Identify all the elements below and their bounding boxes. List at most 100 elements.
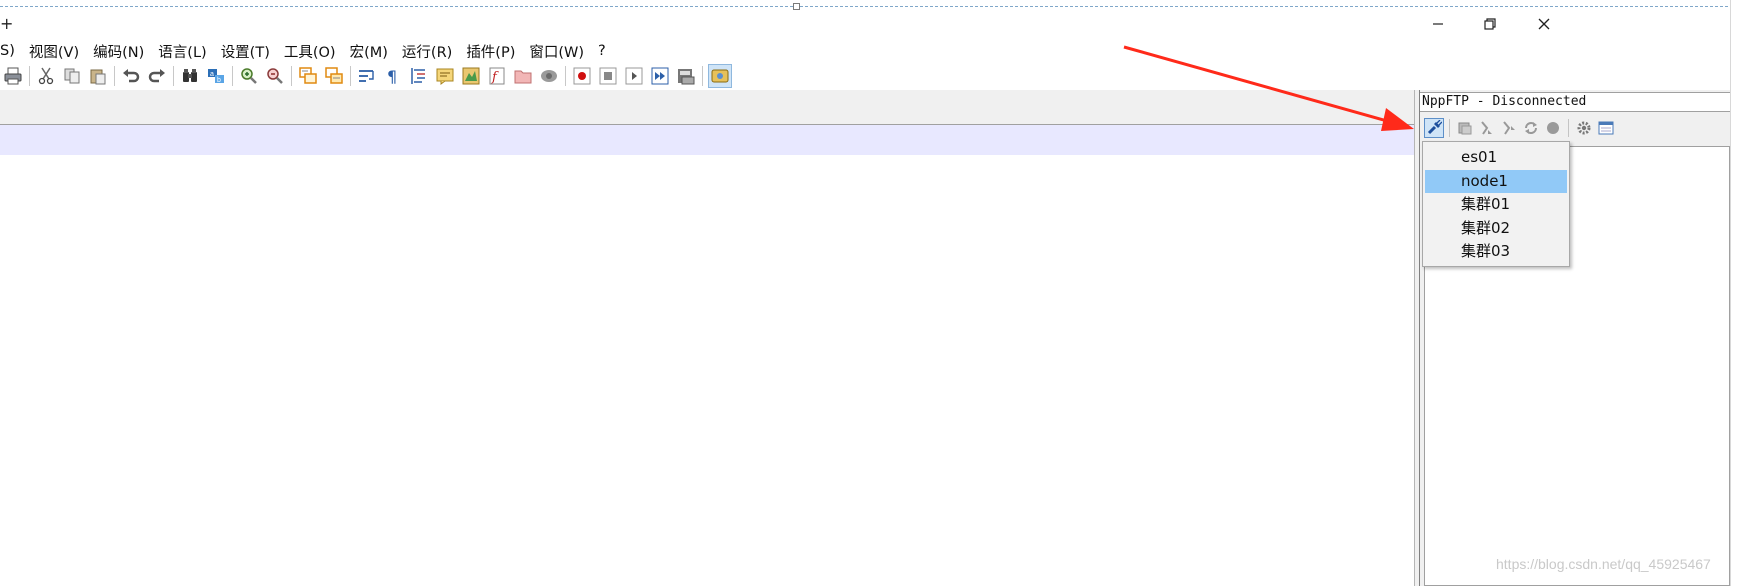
menu-plugins[interactable]: 插件(P) (459, 41, 522, 62)
message-window-button[interactable] (1596, 118, 1616, 138)
profile-item-cluster02[interactable]: 集群02 (1425, 217, 1567, 241)
save-macro-button[interactable] (675, 65, 697, 87)
replace-icon: ab (208, 69, 224, 84)
menu-window[interactable]: 窗口(W) (522, 41, 591, 62)
zoom-in-button[interactable] (238, 65, 260, 87)
refresh-icon (1525, 122, 1537, 134)
window-icon (1598, 121, 1614, 135)
profile-dropdown: es01 node1 集群01 集群02 集群03 (1422, 141, 1570, 267)
svg-text:¶: ¶ (387, 67, 397, 85)
menu-tools[interactable]: 工具(O) (277, 41, 343, 62)
transfer-button[interactable] (1499, 118, 1519, 138)
sync-vertical-button[interactable] (297, 65, 319, 87)
svg-text:b: b (217, 77, 221, 84)
refresh-button[interactable] (1521, 118, 1541, 138)
pilcrow-icon: ¶ (387, 67, 397, 85)
paste-button[interactable] (87, 65, 109, 87)
stop-icon (599, 67, 617, 85)
folder-workspace-button[interactable] (512, 65, 534, 87)
connect-button[interactable] (1424, 118, 1444, 138)
redo-icon (148, 69, 165, 83)
zoom-out-button[interactable] (264, 65, 286, 87)
nppftp-toggle-button[interactable] (708, 64, 732, 88)
menu-settings[interactable]: 设置(T) (214, 41, 277, 62)
menu-language[interactable]: 语言(L) (151, 41, 213, 62)
word-wrap-icon (359, 70, 374, 82)
document-map-icon (462, 67, 480, 85)
close-button[interactable] (1522, 12, 1566, 36)
toolbar-separator (173, 66, 174, 86)
undo-button[interactable] (120, 65, 142, 87)
transfer-icon (1503, 121, 1515, 135)
profile-item-cluster03[interactable]: 集群03 (1425, 240, 1567, 264)
profile-item-node1[interactable]: node1 (1425, 169, 1567, 193)
print-icon (4, 67, 22, 85)
restore-icon (1484, 18, 1496, 30)
restore-button[interactable] (1468, 12, 1512, 36)
profile-item-es01[interactable]: es01 (1425, 146, 1567, 170)
close-icon (1538, 18, 1550, 30)
sync-horizontal-icon (325, 67, 343, 84)
document-map-button[interactable] (460, 65, 482, 87)
download-button[interactable] (1455, 118, 1475, 138)
svg-text:a: a (210, 71, 214, 78)
editor-area[interactable] (0, 155, 1414, 586)
indent-guide-icon (411, 68, 425, 84)
upload-icon (1481, 121, 1492, 135)
menu-run[interactable]: 运行(R) (395, 41, 459, 62)
abort-button[interactable] (1543, 118, 1563, 138)
record-macro-button[interactable] (571, 65, 593, 87)
abort-icon (1547, 122, 1559, 134)
cut-button[interactable] (35, 65, 57, 87)
resize-handle[interactable] (793, 3, 800, 10)
show-all-chars-button[interactable]: ¶ (382, 65, 404, 87)
upload-button[interactable] (1477, 118, 1497, 138)
find-button[interactable] (179, 65, 201, 87)
toolbar-separator (291, 66, 292, 86)
stop-record-button[interactable] (597, 65, 619, 87)
menu-search[interactable]: S) (0, 43, 22, 59)
minimize-icon (1433, 23, 1443, 25)
sync-vertical-icon (299, 67, 317, 84)
record-icon (573, 67, 591, 85)
replace-button[interactable]: ab (205, 65, 227, 87)
ftp-toolbar-separator (1449, 119, 1450, 137)
print-button[interactable] (2, 65, 24, 87)
profile-item-cluster01[interactable]: 集群01 (1425, 193, 1567, 217)
menu-help[interactable]: ? (591, 43, 613, 59)
function-list-button[interactable]: f (486, 65, 508, 87)
play-macro-button[interactable] (623, 65, 645, 87)
function-list-icon: f (489, 67, 505, 85)
nppftp-toolbar (1420, 115, 1730, 141)
indent-guide-button[interactable] (408, 65, 430, 87)
menu-encoding[interactable]: 编码(N) (86, 41, 151, 62)
monitoring-button[interactable] (538, 65, 560, 87)
window-right-edge (1730, 0, 1750, 586)
copy-button[interactable] (61, 65, 83, 87)
minimize-button[interactable] (1416, 12, 1460, 36)
run-macro-multiple-button[interactable] (649, 65, 671, 87)
toolbar-separator (702, 66, 703, 86)
download-icon (1458, 122, 1472, 135)
sync-horizontal-button[interactable] (323, 65, 345, 87)
save-macro-icon (678, 69, 695, 85)
binoculars-icon (183, 69, 197, 82)
nppftp-caption: NppFTP - Disconnected (1420, 92, 1730, 112)
settings-button[interactable] (1574, 118, 1594, 138)
play-icon (625, 67, 643, 85)
current-line-highlight[interactable] (0, 125, 1414, 155)
watermark: https://blog.csdn.net/qq_45925467 (1496, 556, 1711, 572)
user-defined-language-button[interactable] (434, 65, 456, 87)
copy-icon (64, 68, 80, 84)
toolbar-separator (232, 66, 233, 86)
plug-icon (1427, 120, 1442, 135)
ftp-toolbar-separator (1568, 119, 1569, 137)
menu-view[interactable]: 视图(V) (22, 41, 86, 62)
word-wrap-button[interactable] (356, 65, 378, 87)
redo-button[interactable] (146, 65, 168, 87)
udl-icon (436, 68, 454, 85)
toolbar-separator (565, 66, 566, 86)
title-divider (0, 6, 1728, 7)
menu-macro[interactable]: 宏(M) (343, 41, 395, 62)
toolbar-separator (350, 66, 351, 86)
